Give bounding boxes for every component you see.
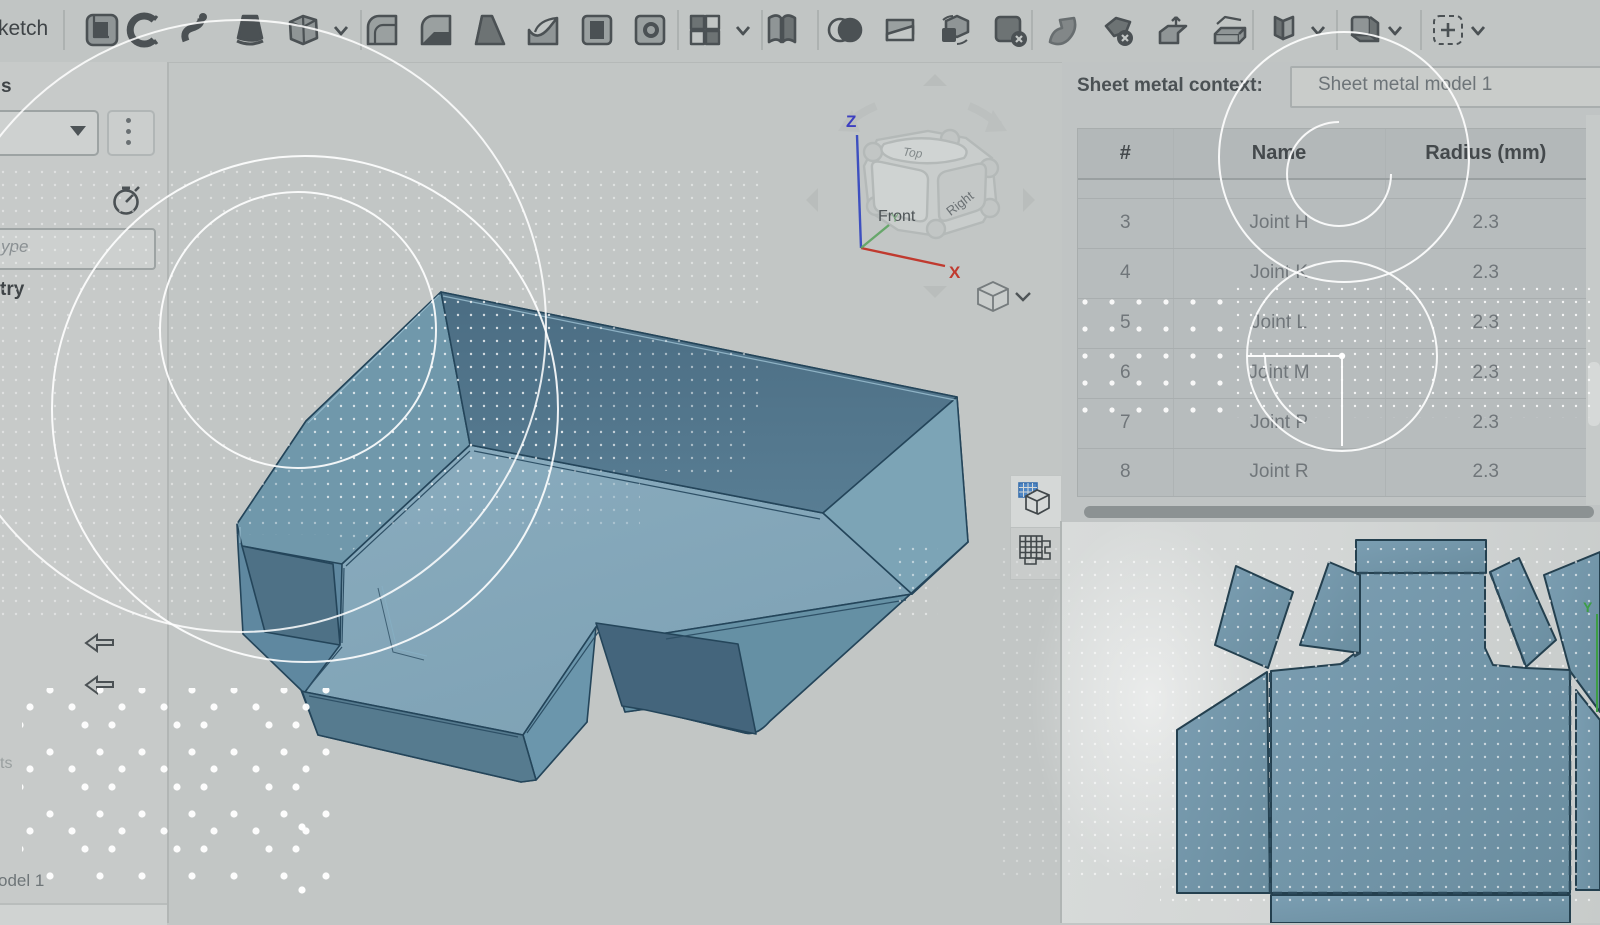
svg-text:X: X (949, 263, 961, 282)
svg-text:Z: Z (846, 112, 856, 131)
svg-text:Top: Top (902, 145, 923, 161)
svg-text:Y: Y (891, 211, 899, 225)
